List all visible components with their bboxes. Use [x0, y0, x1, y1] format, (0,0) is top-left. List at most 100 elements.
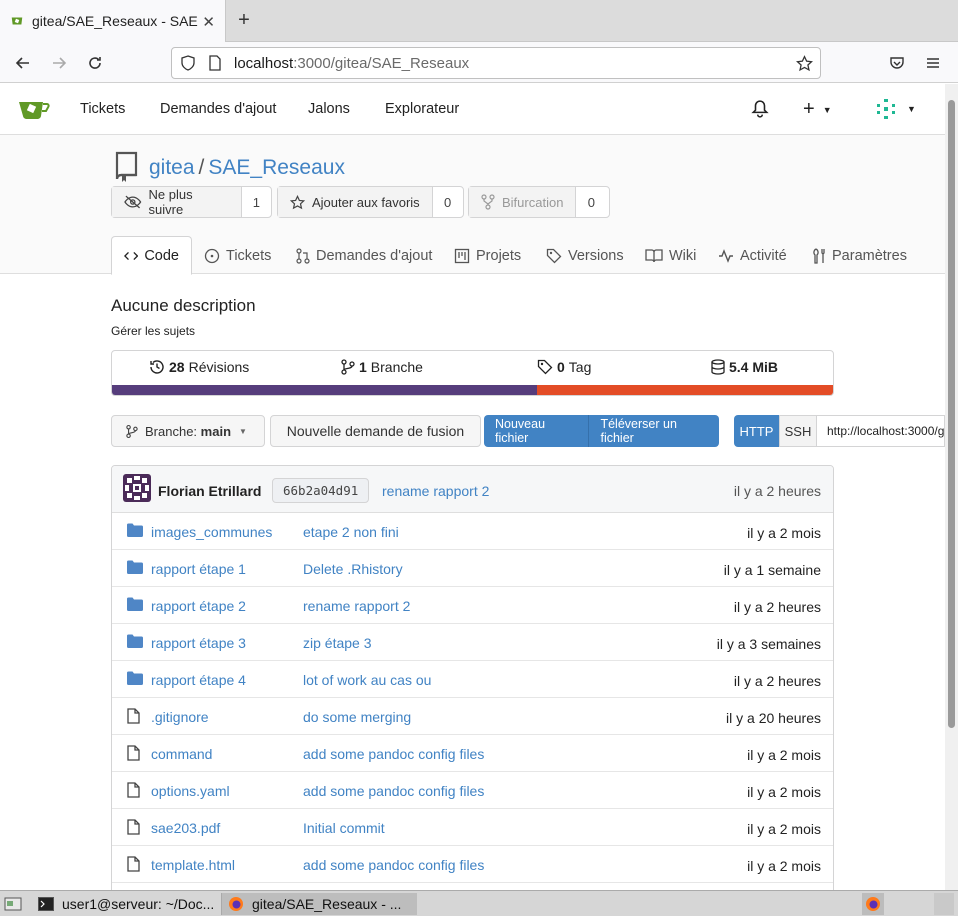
- fork-button[interactable]: Bifurcation 0: [468, 186, 610, 218]
- pull-request-icon: [296, 247, 310, 264]
- user-menu[interactable]: ▼: [873, 96, 916, 122]
- new-file-button[interactable]: Nouveau fichier: [484, 415, 590, 447]
- file-name-link[interactable]: command: [151, 746, 212, 762]
- tab-wiki[interactable]: Wiki: [645, 236, 696, 275]
- file-name-link[interactable]: template.html: [151, 857, 235, 873]
- user-avatar-icon: [877, 99, 895, 119]
- address-bar[interactable]: localhost:3000/gitea/SAE_Reseaux: [171, 47, 821, 79]
- file-commit-message-link[interactable]: Initial commit: [303, 820, 385, 836]
- page-scrollbar-thumb[interactable]: [948, 100, 955, 728]
- shield-icon[interactable]: [180, 55, 196, 71]
- pocket-icon[interactable]: [885, 51, 909, 75]
- file-name-link[interactable]: options.yaml: [151, 783, 230, 799]
- branch-selector[interactable]: Branche: main ▼: [111, 415, 265, 447]
- watch-count[interactable]: 1: [242, 187, 271, 217]
- file-name-link[interactable]: images_communes: [151, 524, 272, 540]
- close-tab-icon[interactable]: ✕: [202, 13, 215, 31]
- repo-name-link[interactable]: SAE_Reseaux: [208, 156, 345, 179]
- browser-tab-title: gitea/SAE_Reseaux - SAE: [32, 13, 198, 29]
- create-new-menu[interactable]: + ▼: [803, 98, 832, 121]
- taskbar-firefox-label: gitea/SAE_Reseaux - ...: [252, 896, 402, 912]
- notification-bell-icon[interactable]: [751, 100, 769, 118]
- upload-file-button[interactable]: Téléverser un fichier: [589, 415, 719, 447]
- tab-settings[interactable]: Paramètres: [812, 236, 907, 275]
- file-commit-message-link[interactable]: add some pandoc config files: [303, 746, 484, 762]
- manage-topics-link[interactable]: Gérer les sujets: [111, 324, 195, 338]
- file-commit-time: il y a 2 mois: [747, 784, 821, 800]
- clone-url-input[interactable]: http://localhost:3000/gitea/SAE_Reseaux.…: [817, 415, 945, 447]
- latest-commit-bar: Florian Etrillard 66b2a04d91 rename rapp…: [112, 466, 833, 513]
- watch-button[interactable]: Ne plus suivre 1: [111, 186, 272, 218]
- nav-tickets[interactable]: Tickets: [80, 101, 125, 117]
- watch-label: Ne plus suivre: [148, 187, 193, 217]
- file-actions: Nouveau fichier Téléverser un fichier: [484, 415, 719, 447]
- repo-owner-link[interactable]: gitea: [149, 156, 195, 179]
- file-commit-message-link[interactable]: lot of work au cas ou: [303, 672, 431, 688]
- file-name-link[interactable]: rapport étape 2: [151, 598, 246, 614]
- commit-message[interactable]: rename rapport 2: [382, 483, 489, 499]
- table-row: template.html add some pandoc config file…: [112, 846, 833, 883]
- file-name-link[interactable]: rapport étape 1: [151, 561, 246, 577]
- file-commit-time: il y a 2 heures: [733, 673, 821, 689]
- tab-activity[interactable]: Activité: [718, 236, 787, 275]
- file-commit-message-link[interactable]: zip étape 3: [303, 635, 372, 651]
- tags-stat[interactable]: 0 Tag: [537, 359, 591, 375]
- nav-explore[interactable]: Explorateur: [385, 101, 459, 117]
- language-bar-segment: [112, 385, 537, 395]
- author-avatar[interactable]: [123, 474, 151, 502]
- tab-tickets[interactable]: Tickets: [204, 236, 271, 275]
- new-tab-icon[interactable]: +: [234, 9, 254, 31]
- tray-workspace-icon[interactable]: [934, 893, 954, 915]
- new-pull-request-button[interactable]: Nouvelle demande de fusion: [270, 415, 481, 447]
- page-icon[interactable]: [207, 55, 223, 71]
- branch-icon: [341, 359, 355, 375]
- file-commit-time: il y a 2 mois: [747, 525, 821, 541]
- branches-stat[interactable]: 1 Branche: [341, 359, 423, 375]
- nav-milestones[interactable]: Jalons: [308, 101, 350, 117]
- star-count[interactable]: 0: [433, 187, 463, 217]
- file-commit-message-link[interactable]: do some merging: [303, 709, 411, 725]
- file-commit-message-link[interactable]: rename rapport 2: [303, 598, 410, 614]
- folder-icon: [127, 523, 143, 540]
- tray-firefox-icon[interactable]: [862, 893, 884, 915]
- star-label: Ajouter aux favoris: [312, 194, 420, 210]
- file-name-link[interactable]: rapport étape 3: [151, 635, 246, 651]
- star-button[interactable]: Ajouter aux favoris 0: [277, 186, 464, 218]
- gitea-logo-icon[interactable]: [18, 97, 50, 121]
- nav-pull-requests[interactable]: Demandes d'ajout: [160, 101, 276, 117]
- issue-icon: [204, 248, 220, 263]
- tab-projects[interactable]: Projets: [454, 236, 521, 275]
- tab-releases[interactable]: Versions: [546, 236, 624, 275]
- watch-label-area: Ne plus suivre: [112, 187, 242, 217]
- browser-tab[interactable]: gitea/SAE_Reseaux - SAE ✕: [0, 0, 226, 42]
- file-name-link[interactable]: sae203.pdf: [151, 820, 220, 836]
- back-icon[interactable]: [11, 51, 35, 75]
- file-commit-time: il y a 3 semaines: [716, 636, 821, 652]
- file-name-link[interactable]: rapport étape 4: [151, 672, 246, 688]
- commits-stat[interactable]: 28 Révisions: [149, 359, 249, 375]
- caret-down-icon: ▼: [239, 426, 247, 436]
- show-desktop-icon[interactable]: [4, 893, 22, 915]
- commit-sha[interactable]: 66b2a04d91: [272, 478, 370, 503]
- file-commit-message-link[interactable]: add some pandoc config files: [303, 783, 484, 799]
- commit-author[interactable]: Florian Etrillard: [158, 483, 261, 499]
- forward-icon[interactable]: [47, 51, 71, 75]
- reload-icon[interactable]: [83, 51, 107, 75]
- repo-title: gitea / SAE_Reseaux: [149, 156, 345, 180]
- bookmark-star-icon[interactable]: [796, 55, 813, 72]
- clone-http-button[interactable]: HTTP: [734, 415, 779, 447]
- tab-pull-requests[interactable]: Demandes d'ajout: [296, 236, 432, 275]
- fork-count[interactable]: 0: [576, 187, 606, 217]
- table-row: command add some pandoc config files il y …: [112, 735, 833, 772]
- menu-icon[interactable]: [921, 51, 945, 75]
- clone-ssh-button[interactable]: SSH: [779, 415, 817, 447]
- taskbar-terminal[interactable]: user1@serveur: ~/Doc...: [32, 893, 222, 915]
- eye-slash-icon: [124, 195, 142, 209]
- tab-code[interactable]: Code: [111, 236, 192, 275]
- file-commit-message-link[interactable]: Delete .Rhistory: [303, 561, 403, 577]
- file-name-link[interactable]: .gitignore: [151, 709, 209, 725]
- file-commit-message-link[interactable]: etape 2 non fini: [303, 524, 399, 540]
- file-commit-message-link[interactable]: add some pandoc config files: [303, 857, 484, 873]
- taskbar-firefox[interactable]: gitea/SAE_Reseaux - ...: [222, 893, 417, 915]
- project-icon: [454, 248, 470, 263]
